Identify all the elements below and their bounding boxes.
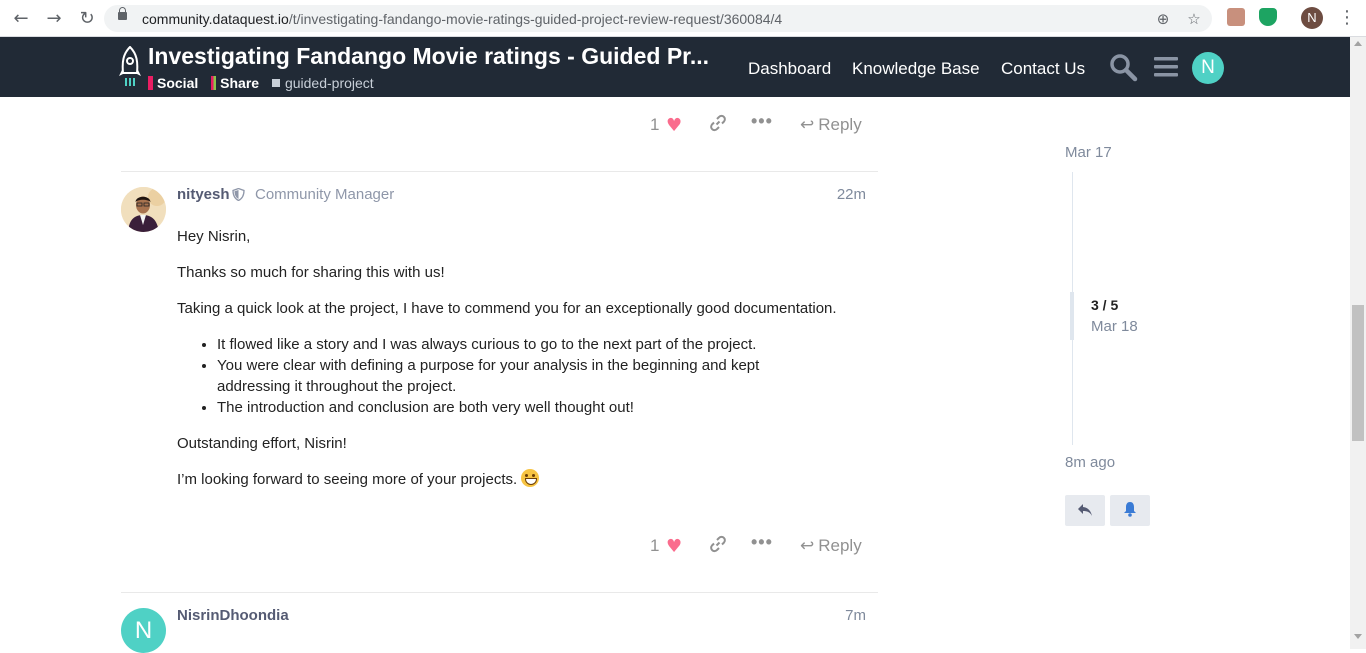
category-share[interactable]: Share xyxy=(211,75,259,91)
browser-toolbar: ← → ↻ community.dataquest.io/t/investiga… xyxy=(0,0,1366,37)
post-body: Hey Nisrin, Thanks so much for sharing t… xyxy=(177,226,867,505)
list-item: It flowed like a story and I was always … xyxy=(217,334,797,355)
bell-icon xyxy=(1124,502,1136,517)
post-divider xyxy=(121,171,878,172)
url-text: community.dataquest.io/t/investigating-f… xyxy=(142,11,783,27)
like-count[interactable]: 1 xyxy=(650,536,659,556)
current-user-avatar[interactable]: N xyxy=(1192,52,1224,84)
tag-guided-project[interactable]: guided-project xyxy=(271,75,374,91)
timeline-position-date: Mar 18 xyxy=(1091,318,1138,335)
notification-button[interactable] xyxy=(1110,495,1150,526)
post-username[interactable]: nityesh xyxy=(177,186,230,203)
more-options-icon[interactable]: ••• xyxy=(751,532,773,553)
topic-categories: Social Share guided-project xyxy=(148,75,383,91)
avatar[interactable] xyxy=(121,187,166,232)
timeline-start-date[interactable]: Mar 17 xyxy=(1065,144,1112,161)
post-bullet-list: It flowed like a story and I was always … xyxy=(217,334,797,418)
timeline-end-label[interactable]: 8m ago xyxy=(1065,454,1115,471)
reply-arrow-icon: ↩ xyxy=(800,536,815,556)
heart-icon[interactable]: ♥ xyxy=(666,115,682,136)
post-timestamp[interactable]: 7m xyxy=(806,607,866,624)
post-username[interactable]: NisrinDhoondia xyxy=(177,607,289,624)
timeline-position: 3 / 5 xyxy=(1091,297,1119,313)
avatar[interactable]: N xyxy=(121,608,166,653)
reply-button[interactable]: ↩ Reply xyxy=(800,115,862,135)
forward-icon[interactable]: → xyxy=(43,8,65,30)
user-title: Community Manager xyxy=(255,186,395,203)
timeline-reply-button[interactable] xyxy=(1065,495,1105,526)
bookmark-star-icon[interactable]: ☆ xyxy=(1185,10,1203,28)
grinning-emoji-icon xyxy=(521,469,540,487)
reply-arrow-icon: ↩ xyxy=(800,115,815,135)
nav-contact-us[interactable]: Contact Us xyxy=(1001,59,1085,79)
post-paragraph: Thanks so much for sharing this with us! xyxy=(177,264,445,281)
more-options-icon[interactable]: ••• xyxy=(751,111,773,132)
category-social[interactable]: Social xyxy=(148,75,198,91)
scroll-down-icon[interactable] xyxy=(1354,634,1362,639)
topic-title[interactable]: Investigating Fandango Movie ratings - G… xyxy=(148,43,709,70)
post-divider xyxy=(121,592,878,593)
kebab-menu-icon[interactable]: ⋮ xyxy=(1338,8,1356,28)
hamburger-menu-icon[interactable] xyxy=(1151,52,1181,82)
add-icon[interactable]: ⊕ xyxy=(1154,10,1172,28)
address-bar[interactable]: community.dataquest.io/t/investigating-f… xyxy=(104,5,1212,32)
shield-extension-icon[interactable] xyxy=(1259,8,1277,26)
scrollbar-thumb[interactable] xyxy=(1352,305,1364,441)
post-actions: 1 ♥ ••• ↩ Reply xyxy=(650,532,880,558)
reload-icon[interactable]: ↻ xyxy=(76,8,98,30)
nav-knowledge-base[interactable]: Knowledge Base xyxy=(852,59,980,79)
moderator-shield-icon xyxy=(232,188,245,201)
post-paragraph: Hey Nisrin, xyxy=(177,228,251,245)
search-icon[interactable] xyxy=(1108,52,1138,82)
list-item: The introduction and conclusion are both… xyxy=(217,397,797,418)
timeline-handle[interactable] xyxy=(1070,292,1074,340)
nav-dashboard[interactable]: Dashboard xyxy=(748,59,831,79)
rocket-logo-icon[interactable] xyxy=(118,46,142,88)
post-paragraph: Outstanding effort, Nisrin! xyxy=(177,435,347,452)
lock-icon xyxy=(118,7,127,20)
site-header: Investigating Fandango Movie ratings - G… xyxy=(0,37,1350,97)
post-paragraph-last: I’m looking forward to seeing more of yo… xyxy=(177,469,867,490)
reply-arrow-icon xyxy=(1078,504,1092,516)
like-count[interactable]: 1 xyxy=(650,115,659,135)
post-paragraph: Taking a quick look at the project, I ha… xyxy=(177,300,837,317)
page-scrollbar[interactable] xyxy=(1350,37,1366,649)
link-icon[interactable] xyxy=(709,535,727,553)
pdf-extension-icon[interactable] xyxy=(1227,8,1245,26)
reply-button[interactable]: ↩ Reply xyxy=(800,536,862,556)
heart-icon[interactable]: ♥ xyxy=(666,536,682,557)
prev-post-actions: 1 ♥ ••• ↩ Reply xyxy=(650,111,880,137)
scroll-up-icon[interactable] xyxy=(1354,41,1362,46)
link-icon[interactable] xyxy=(709,114,727,132)
back-icon[interactable]: ← xyxy=(10,8,32,30)
post-timestamp[interactable]: 22m xyxy=(806,186,866,203)
profile-avatar[interactable]: N xyxy=(1301,7,1323,29)
list-item: You were clear with defining a purpose f… xyxy=(217,355,797,397)
